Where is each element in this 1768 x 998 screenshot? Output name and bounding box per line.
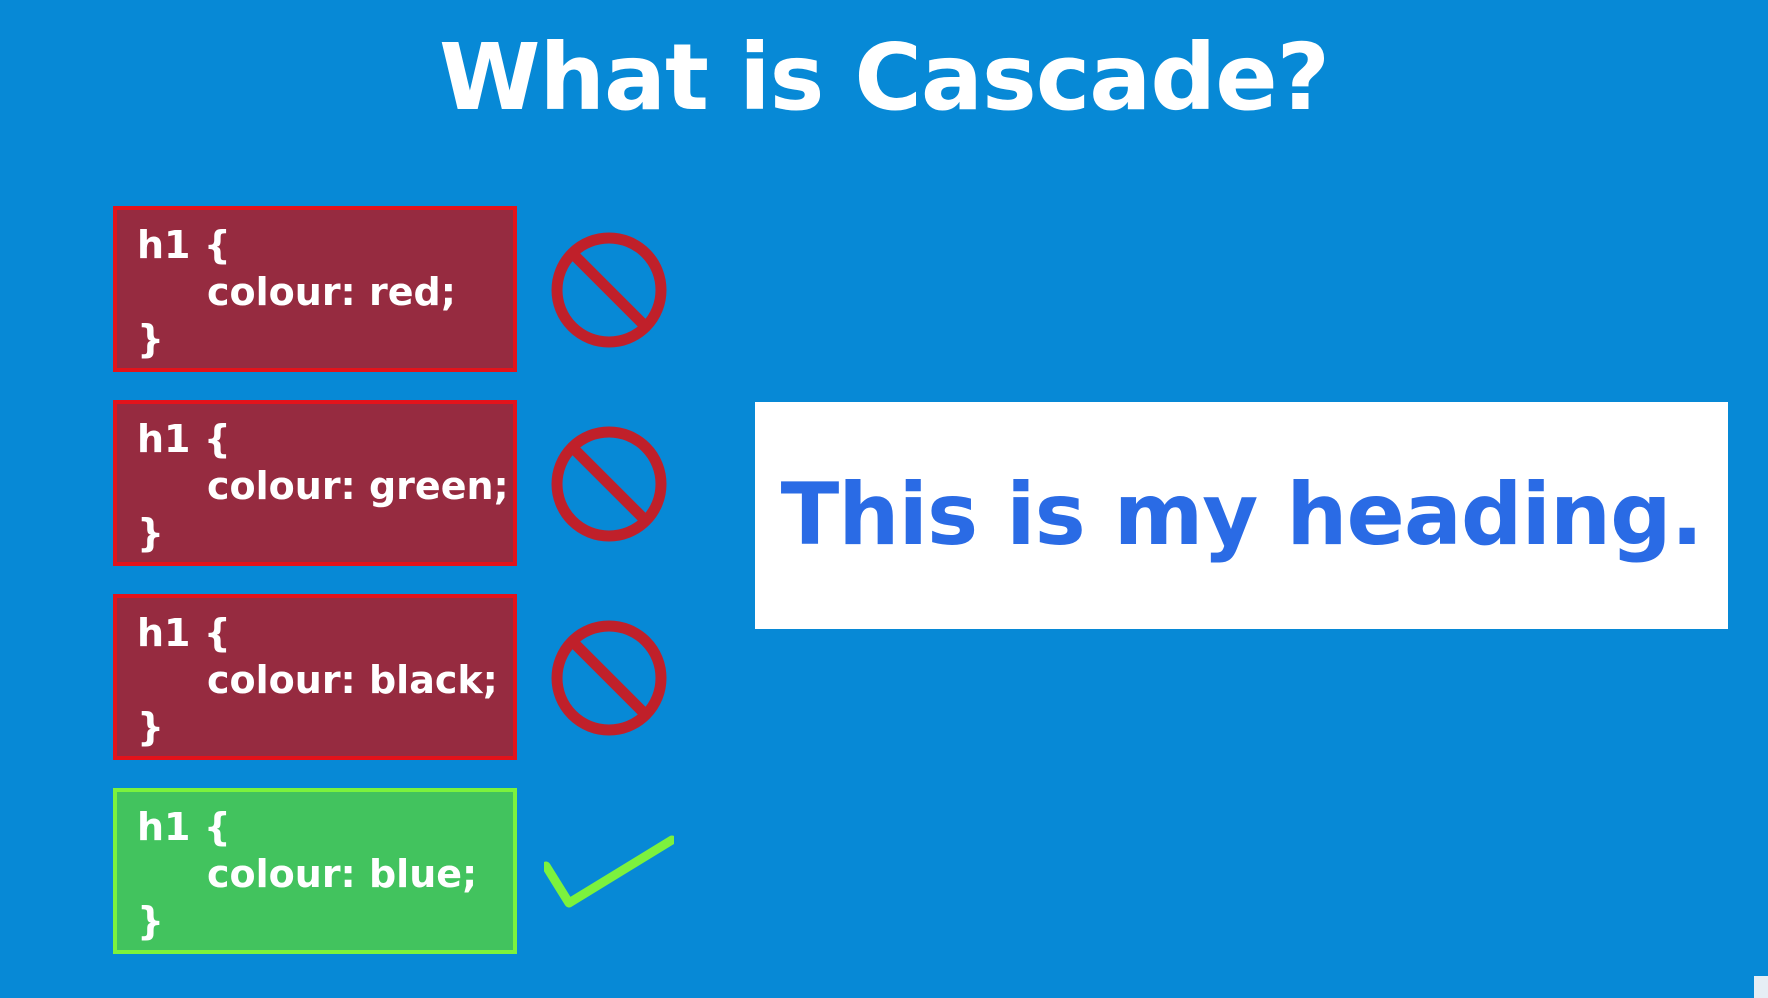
check-icon	[544, 835, 674, 908]
css-rule-green: h1 { colour: green; }	[113, 400, 517, 566]
corner-fragment	[1754, 976, 1768, 998]
rule-declaration: colour: green;	[207, 464, 509, 508]
rule-declaration: colour: blue;	[207, 852, 478, 896]
heading-preview: This is my heading.	[755, 402, 1728, 629]
prohibited-icon	[551, 620, 667, 736]
rule-declaration: colour: red;	[207, 270, 456, 314]
rule-declaration: colour: black;	[207, 658, 498, 702]
css-rule-black: h1 { colour: black; }	[113, 594, 517, 760]
prohibited-icon	[551, 426, 667, 542]
css-rule-red: h1 { colour: red; }	[113, 206, 517, 372]
rule-selector: h1 {	[137, 223, 231, 267]
rule-close-brace: }	[137, 705, 165, 749]
prohibited-icon	[551, 232, 667, 348]
rule-selector: h1 {	[137, 805, 231, 849]
slide-title: What is Cascade?	[439, 24, 1330, 131]
css-rule-blue: h1 { colour: blue; }	[113, 788, 517, 954]
rule-close-brace: }	[137, 511, 165, 555]
preview-heading: This is my heading.	[780, 465, 1704, 565]
rule-selector: h1 {	[137, 611, 231, 655]
rule-close-brace: }	[137, 317, 165, 361]
rule-selector: h1 {	[137, 417, 231, 461]
rule-close-brace: }	[137, 899, 165, 943]
